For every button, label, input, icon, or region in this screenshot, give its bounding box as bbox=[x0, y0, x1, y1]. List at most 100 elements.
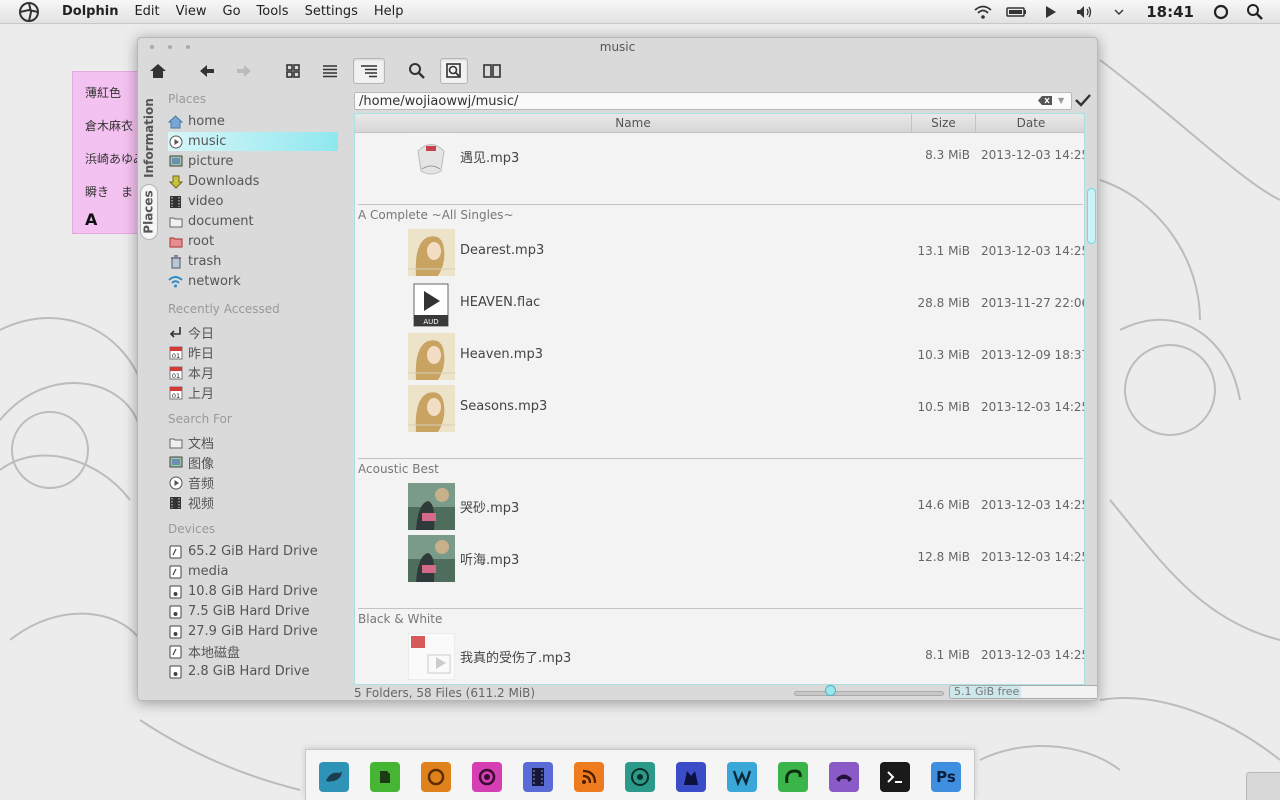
place-picture[interactable]: picture bbox=[168, 152, 338, 171]
history-dropdown-icon[interactable]: ▼ bbox=[1058, 96, 1064, 105]
search-video[interactable]: 视频 bbox=[168, 493, 338, 512]
confirm-check-icon[interactable] bbox=[1074, 93, 1092, 107]
preview-button[interactable] bbox=[440, 58, 468, 84]
place-document[interactable]: document bbox=[168, 212, 338, 231]
music-player-icon[interactable] bbox=[472, 762, 502, 792]
recent-today[interactable]: 今日 bbox=[168, 323, 338, 342]
tab-information[interactable]: Information bbox=[140, 94, 158, 182]
show-desktop-button[interactable] bbox=[1246, 772, 1280, 800]
terminal-icon[interactable] bbox=[880, 762, 910, 792]
search-audio[interactable]: 音频 bbox=[168, 473, 338, 492]
album-art-thumbnail bbox=[408, 535, 455, 582]
battery-icon[interactable] bbox=[1006, 1, 1028, 23]
clear-icon[interactable] bbox=[1037, 95, 1053, 106]
home-button[interactable] bbox=[144, 58, 172, 84]
rss-icon[interactable] bbox=[574, 762, 604, 792]
column-date[interactable]: Date bbox=[976, 114, 1084, 132]
wolf-icon[interactable] bbox=[676, 762, 706, 792]
place-video[interactable]: video bbox=[168, 192, 338, 211]
wiz-icon[interactable] bbox=[727, 762, 757, 792]
maximize-dot-icon[interactable] bbox=[186, 45, 190, 49]
scrollbar-thumb[interactable] bbox=[1087, 188, 1096, 244]
play-icon[interactable] bbox=[1040, 1, 1062, 23]
titlebar[interactable]: music bbox=[138, 38, 1097, 58]
find-button[interactable] bbox=[403, 58, 431, 84]
place-music[interactable]: music bbox=[168, 132, 338, 151]
device-item[interactable]: 27.9 GiB Hard Drive bbox=[168, 622, 338, 641]
menu-go[interactable]: Go bbox=[215, 0, 249, 24]
place-network[interactable]: network bbox=[168, 272, 338, 291]
place-downloads[interactable]: Downloads bbox=[168, 172, 338, 191]
chrome-icon[interactable] bbox=[625, 762, 655, 792]
place-root[interactable]: root bbox=[168, 232, 338, 251]
column-size[interactable]: Size bbox=[912, 114, 976, 132]
device-item[interactable]: 10.8 GiB Hard Drive bbox=[168, 582, 338, 601]
place-home[interactable]: home bbox=[168, 112, 338, 131]
file-date: 2013-12-03 14:25 bbox=[981, 148, 1085, 162]
column-name[interactable]: Name bbox=[355, 114, 912, 132]
recent-yesterday[interactable]: 01 昨日 bbox=[168, 343, 338, 362]
calendar-day-label: 01 bbox=[171, 372, 179, 380]
split-button[interactable] bbox=[478, 58, 506, 84]
system-tray: 18:41 bbox=[966, 0, 1280, 24]
evernote-icon[interactable] bbox=[370, 762, 400, 792]
table-row[interactable]: Heaven.mp3 10.3 MiB 2013-12-09 18:37 bbox=[355, 331, 1084, 381]
path-input[interactable] bbox=[359, 93, 1029, 109]
sticky-note[interactable]: 薄紅色 倉木麻衣 浜崎あゆみ 瞬き ま A bbox=[72, 71, 142, 234]
table-row[interactable]: Seasons.mp3 10.5 MiB 2013-12-03 14:25 bbox=[355, 383, 1085, 433]
power-icon[interactable] bbox=[1210, 1, 1232, 23]
calendar-day-label: 01 bbox=[171, 352, 179, 360]
kde-logo-icon[interactable] bbox=[18, 1, 40, 23]
search-documents[interactable]: 文档 bbox=[168, 433, 338, 452]
device-item[interactable]: 65.2 GiB Hard Drive bbox=[168, 542, 338, 561]
menu-dolphin[interactable]: Dolphin bbox=[54, 0, 126, 24]
table-row[interactable]: 听海.mp3 12.8 MiB 2013-12-03 14:25 bbox=[355, 533, 1084, 583]
recent-this-month[interactable]: 01 本月 bbox=[168, 363, 338, 382]
zoom-slider[interactable] bbox=[794, 691, 944, 696]
tab-places[interactable]: Places bbox=[140, 184, 158, 240]
recent-last-month[interactable]: 01 上月 bbox=[168, 383, 338, 402]
wifi-icon[interactable] bbox=[972, 1, 994, 23]
details-view-button[interactable] bbox=[316, 58, 344, 84]
table-row[interactable]: AUD HEAVEN.flac 28.8 MiB 2013-11-27 22:0… bbox=[355, 279, 1084, 329]
firefox-icon[interactable] bbox=[421, 762, 451, 792]
clock[interactable]: 18:41 bbox=[1146, 3, 1194, 21]
table-row[interactable]: 哭砂.mp3 14.6 MiB 2013-12-03 14:25 bbox=[355, 481, 1084, 531]
place-trash[interactable]: trash bbox=[168, 252, 338, 271]
back-button[interactable] bbox=[193, 58, 221, 84]
menu-view[interactable]: View bbox=[168, 0, 215, 24]
dolphin-icon[interactable] bbox=[319, 762, 349, 792]
zoom-slider-handle[interactable] bbox=[824, 685, 836, 696]
chevron-down-icon[interactable] bbox=[1108, 1, 1130, 23]
green-app-icon[interactable] bbox=[778, 762, 808, 792]
table-row[interactable]: 遇见.mp3 8.3 MiB 2013-12-03 14:25 bbox=[355, 131, 1085, 181]
file-date: 2013-12-03 14:25 bbox=[981, 400, 1085, 414]
volume-icon[interactable] bbox=[1074, 1, 1096, 23]
minimize-dot-icon[interactable] bbox=[168, 45, 172, 49]
menu-help[interactable]: Help bbox=[366, 0, 412, 24]
video-player-icon[interactable] bbox=[523, 762, 553, 792]
close-dot-icon[interactable] bbox=[150, 45, 154, 49]
device-item[interactable]: media bbox=[168, 562, 338, 581]
free-space-text: 5.1 GiB free bbox=[954, 685, 1020, 698]
menu-settings[interactable]: Settings bbox=[297, 0, 366, 24]
device-item[interactable]: 本地磁盘 bbox=[168, 642, 338, 661]
back-icon bbox=[200, 65, 214, 77]
photoshop-icon[interactable]: Ps bbox=[931, 762, 961, 792]
icons-view-button[interactable] bbox=[279, 58, 307, 84]
device-item[interactable]: 2.8 GiB Hard Drive bbox=[168, 662, 338, 681]
place-label: 昨日 bbox=[188, 347, 215, 362]
phone-icon[interactable] bbox=[829, 762, 859, 792]
menu-tools[interactable]: Tools bbox=[249, 0, 297, 24]
table-row[interactable]: Dearest.mp3 13.1 MiB 2013-12-03 14:25 bbox=[355, 227, 1084, 277]
search-images[interactable]: 图像 bbox=[168, 453, 338, 472]
file-size: 8.1 MiB bbox=[925, 648, 970, 662]
table-row[interactable]: 我真的受伤了.mp3 8.1 MiB 2013-12-03 14:25 bbox=[355, 631, 1084, 681]
device-label: media bbox=[188, 564, 229, 579]
menu-edit[interactable]: Edit bbox=[126, 0, 167, 24]
search-icon[interactable] bbox=[1244, 1, 1266, 23]
tree-view-button[interactable] bbox=[353, 58, 385, 84]
device-item[interactable]: 7.5 GiB Hard Drive bbox=[168, 602, 338, 621]
document-folder-icon bbox=[168, 435, 183, 450]
forward-button[interactable] bbox=[230, 58, 258, 84]
